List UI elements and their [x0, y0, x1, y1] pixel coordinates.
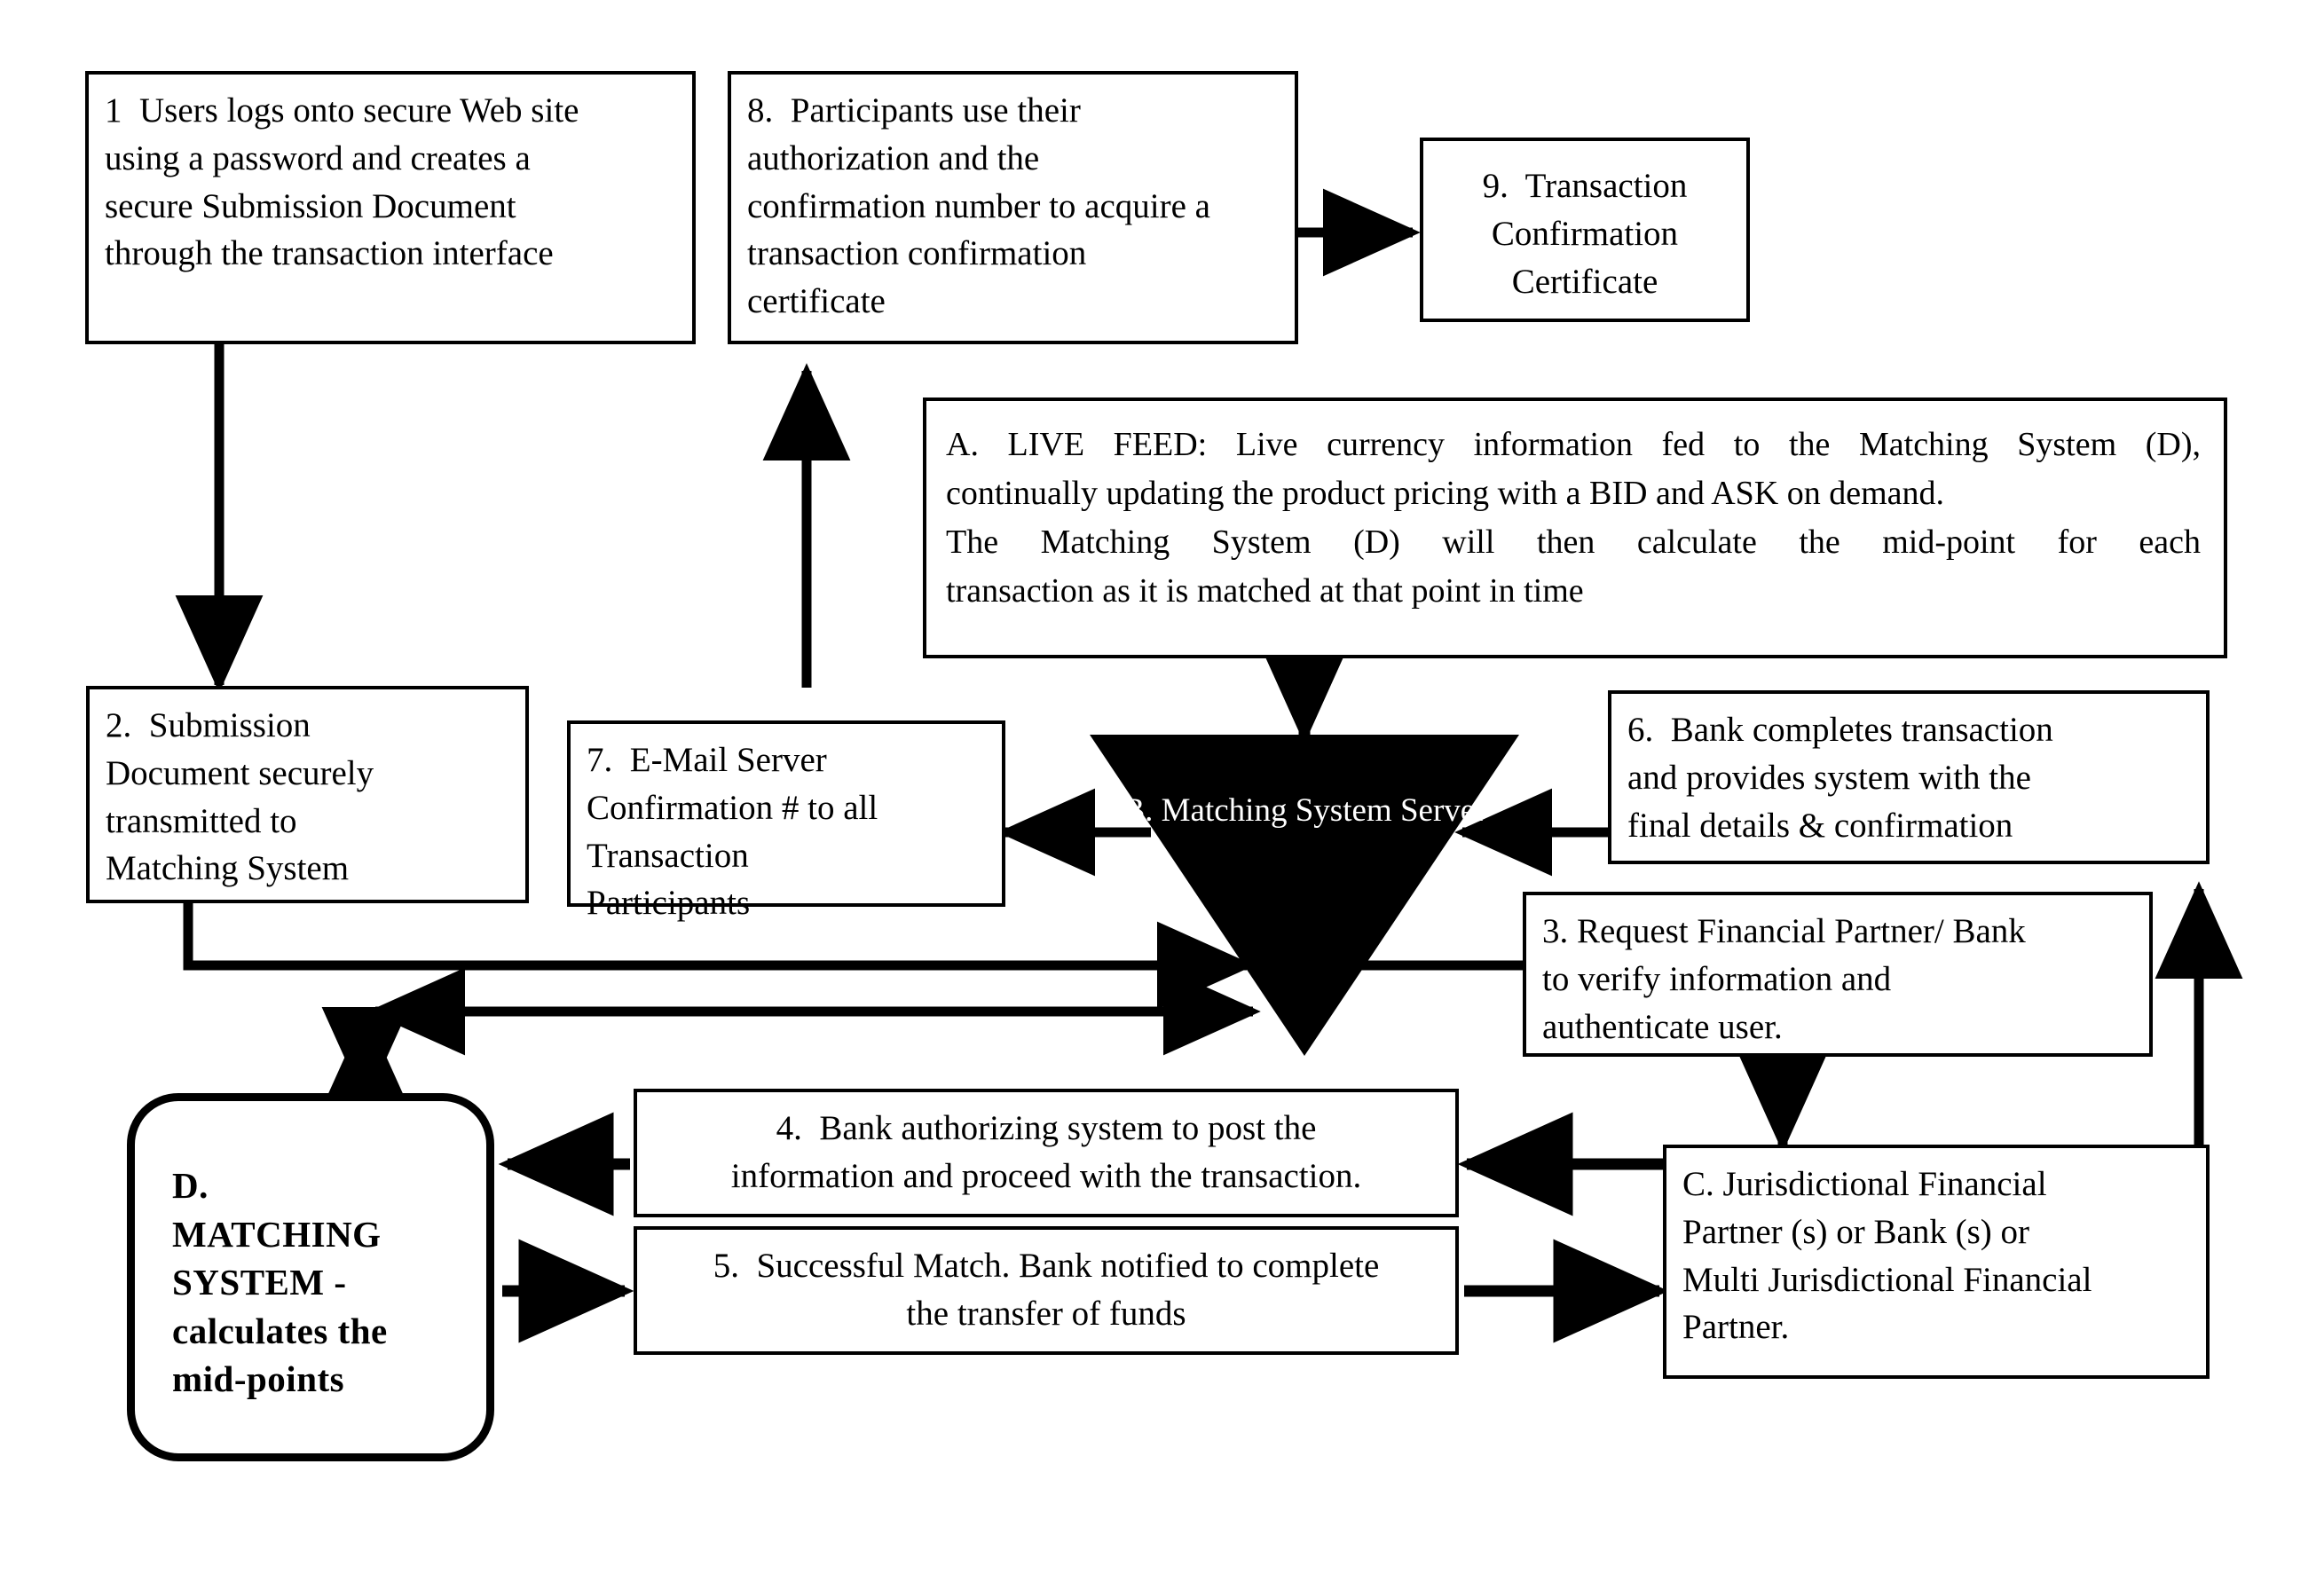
node-financial-partner-line-3: Partner. [1682, 1308, 1790, 1347]
node-matching-system-line-4: mid-points [172, 1358, 345, 1400]
node-step1-line-1: using a password and creates a [105, 138, 531, 177]
node-step1[interactable]: 1 Users logs onto secure Web site using … [85, 71, 696, 344]
node-step5[interactable]: 5. Successful Match. Bank notified to co… [634, 1226, 1459, 1355]
node-step8[interactable]: 8. Participants use their authorization … [728, 71, 1298, 344]
node-step7[interactable]: 7. E-Mail Server Confirmation # to all T… [567, 720, 1005, 922]
node-step7-line-0: 7. E-Mail Server [587, 741, 827, 779]
node-matching-system[interactable]: D. MATCHING SYSTEM - calculates the mid-… [127, 1093, 494, 1461]
matching-server-label: B. Matching System Server [1090, 790, 1519, 833]
node-step2-line-3: Matching System [106, 849, 350, 888]
node-step1-line-3: through the transaction interface [105, 234, 554, 273]
node-step6-line-0: 6. Bank completes transaction [1627, 711, 2053, 749]
node-step2-line-2: transmitted to [106, 801, 297, 840]
node-live-feed-line-2: The Matching System (D) will then calcul… [946, 523, 2201, 562]
node-matching-system-line-1: MATCHING [172, 1213, 382, 1255]
node-step8-line-0: 8. Participants use their [747, 91, 1081, 130]
node-step7-line-1: Confirmation # to all [587, 788, 878, 827]
node-financial-partner[interactable]: C. Jurisdictional Financial Partner (s) … [1663, 1145, 2210, 1379]
node-step4-line-0: 4. Bank authorizing system to post the [776, 1109, 1317, 1147]
node-financial-partner-line-2: Multi Jurisdictional Financial [1682, 1260, 2092, 1299]
node-matching-server-line-0: B. Matching [1123, 792, 1288, 829]
node-step6-line-1: and provides system with the [1627, 758, 2031, 797]
node-live-feed[interactable]: A. LIVE FEED: Live currency information … [923, 398, 2227, 658]
node-step9-line-0: 9. Transaction [1482, 167, 1688, 205]
flowchart-diagram: 1 Users logs onto secure Web site using … [0, 0, 2324, 1590]
node-step1-line-2: secure Submission Document [105, 186, 516, 225]
node-step2-line-1: Document securely [106, 753, 374, 792]
node-step5-line-0: 5. Successful Match. Bank notified to co… [713, 1247, 1380, 1285]
node-matching-system-line-0: D. [172, 1165, 209, 1206]
node-step9-line-1: Confirmation [1491, 214, 1679, 253]
node-step9-line-2: Certificate [1511, 262, 1658, 301]
node-live-feed-line-1: continually updating the product pricing… [946, 475, 1945, 513]
node-step9[interactable]: 9. Transaction Confirmation Certificate [1420, 138, 1750, 322]
node-matching-server-line-2: Server [1399, 792, 1486, 829]
node-step2-line-0: 2. Submission [106, 706, 311, 744]
node-matching-server-line-1: System [1295, 792, 1392, 829]
node-step7-line-2: Transaction [587, 836, 749, 875]
node-financial-partner-line-1: Partner (s) or Bank (s) or [1682, 1212, 2029, 1251]
node-live-feed-line-0: A. LIVE FEED: Live currency information … [946, 426, 2201, 463]
node-step8-line-3: transaction confirmation [747, 234, 1087, 273]
node-step8-line-4: certificate [747, 282, 886, 321]
node-step7-line-3: Participants [587, 884, 751, 923]
node-step8-line-1: authorization and the [747, 138, 1040, 177]
inverted-triangle-shape [1090, 735, 1519, 1056]
node-matching-system-line-3: calculates the [172, 1310, 388, 1351]
node-step4[interactable]: 4. Bank authorizing system to post the i… [634, 1089, 1459, 1217]
node-step3-line-2: authenticate user. [1542, 1007, 1783, 1046]
node-financial-partner-line-0: C. Jurisdictional Financial [1682, 1165, 2047, 1203]
node-live-feed-line-3: transaction as it is matched at that poi… [946, 572, 1584, 610]
node-step6[interactable]: 6. Bank completes transaction and provid… [1608, 690, 2210, 864]
node-step3-line-1: to verify information and [1542, 959, 1892, 998]
node-step3-line-0: 3. Request Financial Partner/ Bank [1542, 912, 2026, 950]
node-step3[interactable]: 3. Request Financial Partner/ Bank to ve… [1523, 892, 2153, 1057]
node-matching-server[interactable]: B. Matching System Server [1090, 735, 1519, 1056]
node-step2[interactable]: 2. Submission Document securely transmit… [86, 686, 529, 903]
node-step8-line-2: confirmation number to acquire a [747, 186, 1210, 225]
node-step5-line-1: the transfer of funds [906, 1294, 1186, 1333]
node-step4-line-1: information and proceed with the transac… [730, 1156, 1362, 1195]
node-matching-system-line-2: SYSTEM - [172, 1262, 347, 1303]
node-step1-line-0: 1 Users logs onto secure Web site [105, 91, 579, 130]
node-step6-line-2: final details & confirmation [1627, 806, 2013, 845]
